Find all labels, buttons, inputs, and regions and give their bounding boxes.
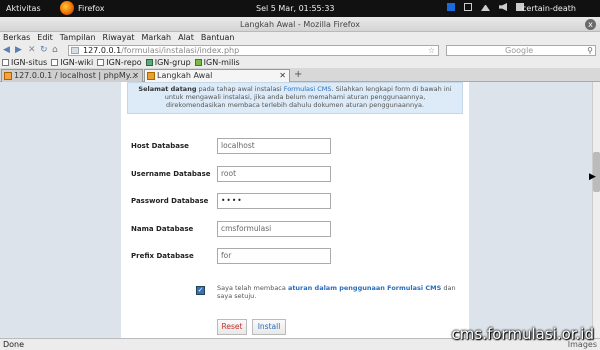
terms-link[interactable]: aturan dalam penggunaan Formulasi CMS (288, 284, 441, 292)
url-bar[interactable]: 127.0.0.1/formulasi/instalasi/index.php … (68, 45, 439, 56)
close-tab-icon[interactable]: ✕ (279, 70, 286, 82)
username-label: Username Database (131, 170, 211, 178)
vertical-scrollbar[interactable]: ▶ (589, 82, 600, 338)
bookmark-ign-wiki[interactable]: IGN-wiki (51, 57, 93, 68)
host-row: Host Database localhost (131, 138, 451, 154)
menu-bantuan[interactable]: Bantuan (201, 32, 235, 44)
clock[interactable]: Sel 5 Mar, 01:55:33 (256, 4, 335, 13)
tab-label: 127.0.0.1 / localhost | phpMy... (14, 71, 137, 80)
prefix-row: Prefix Database for (131, 248, 451, 264)
mouse-cursor-icon: ▶ (589, 172, 596, 182)
status-text: Done (3, 340, 25, 349)
prefix-input[interactable]: for (217, 248, 331, 264)
system-tray (447, 3, 524, 11)
search-engine-label: Google (505, 46, 534, 55)
bookmark-star-icon[interactable]: ☆ (428, 46, 435, 55)
menu-riwayat[interactable]: Riwayat (103, 32, 135, 44)
password-row: Password Database •••• (131, 193, 451, 209)
group-icon (145, 59, 153, 66)
host-input[interactable]: localhost (217, 138, 331, 154)
phpmyadmin-icon (4, 72, 12, 80)
page-icon (97, 59, 105, 66)
site-favicon-icon (147, 72, 155, 80)
bookmark-label: IGN-repo (106, 58, 142, 67)
bookmark-label: IGN-wiki (60, 58, 94, 67)
search-icon[interactable]: ⚲ (587, 46, 593, 55)
forward-icon[interactable]: ▶ (15, 45, 22, 55)
welcome-heading: Selamat datang (138, 85, 197, 93)
tab-langkah-awal[interactable]: Langkah Awal ✕ (144, 69, 290, 82)
close-window-icon[interactable]: x (585, 19, 596, 30)
system-top-bar: Aktivitas Firefox Sel 5 Mar, 01:55:33 ce… (0, 0, 600, 17)
menu-alat[interactable]: Alat (178, 32, 194, 44)
tab-label: Langkah Awal (157, 71, 213, 80)
install-button[interactable]: Install (252, 319, 286, 335)
back-icon[interactable]: ◀ (3, 45, 10, 55)
reload-icon[interactable]: ↻ (40, 45, 48, 55)
navigation-toolbar: ◀ ▶ ✕ ↻ ⌂ 127.0.0.1/formulasi/instalasi/… (0, 44, 600, 57)
dbname-label: Nama Database (131, 225, 194, 233)
bookmark-ign-grup[interactable]: IGN-grup (145, 57, 191, 68)
window-title: Langkah Awal - Mozilla Firefox (240, 20, 360, 29)
firefox-icon (60, 1, 74, 15)
bookmark-ign-situs[interactable]: IGN-situs (2, 57, 47, 68)
tab-bar: 127.0.0.1 / localhost | phpMy... ✕ Langk… (0, 68, 600, 82)
site-identity-icon[interactable] (71, 47, 79, 54)
install-panel: Selamat datang pada tahap awal instalasi… (121, 82, 469, 338)
bookmarks-toolbar: IGN-situs IGN-wiki IGN-repo IGN-grup IGN… (0, 57, 600, 68)
page-icon (2, 59, 9, 66)
page-icon (51, 59, 59, 66)
menu-berkas[interactable]: Berkas (3, 32, 30, 44)
agree-text-part: Saya telah membaca (217, 284, 288, 292)
welcome-text: pada tahap awal instalasi (196, 85, 284, 93)
bookmark-label: IGN-grup (154, 58, 191, 67)
password-label: Password Database (131, 197, 209, 205)
dbname-input[interactable]: cmsformulasi (217, 221, 331, 237)
activities-button[interactable]: Aktivitas (6, 4, 41, 13)
dbname-row: Nama Database cmsformulasi (131, 221, 451, 237)
formulasi-cms-link[interactable]: Formulasi CMS (284, 85, 332, 93)
network-icon[interactable] (481, 3, 490, 11)
password-input[interactable]: •••• (217, 193, 331, 209)
bookmark-label: IGN-milis (203, 58, 240, 67)
display-icon[interactable] (464, 3, 472, 11)
mail-icon (194, 59, 202, 66)
menu-markah[interactable]: Markah (142, 32, 172, 44)
url-path: /formulasi/instalasi/index.php (121, 46, 240, 55)
close-tab-icon[interactable]: ✕ (132, 70, 139, 82)
bluetooth-icon[interactable] (447, 3, 455, 11)
watermark: cms.formulasi.or.id (451, 325, 594, 343)
new-tab-icon[interactable]: + (294, 69, 302, 81)
agree-text: Saya telah membaca aturan dalam pengguna… (217, 284, 457, 300)
menu-bar: Berkas Edit Tampilan Riwayat Markah Alat… (0, 32, 600, 44)
user-menu[interactable]: certain-death (522, 4, 576, 13)
agree-checkbox[interactable]: ✓ (196, 286, 205, 295)
reset-button[interactable]: Reset (217, 319, 247, 335)
bookmark-ign-milis[interactable]: IGN-milis (194, 57, 240, 68)
host-label: Host Database (131, 142, 189, 150)
prefix-label: Prefix Database (131, 252, 194, 260)
home-icon[interactable]: ⌂ (52, 45, 58, 55)
bookmark-ign-repo[interactable]: IGN-repo (97, 57, 142, 68)
page-content: Selamat datang pada tahap awal instalasi… (0, 82, 592, 338)
menu-tampilan[interactable]: Tampilan (60, 32, 96, 44)
window-title-bar: Langkah Awal - Mozilla Firefox x (0, 17, 600, 32)
url-host: 127.0.0.1 (83, 46, 122, 55)
bookmark-label: IGN-situs (11, 58, 48, 67)
menu-edit[interactable]: Edit (37, 32, 53, 44)
volume-icon[interactable] (499, 3, 507, 11)
welcome-notice: Selamat datang pada tahap awal instalasi… (127, 82, 463, 114)
stop-icon[interactable]: ✕ (28, 45, 36, 55)
app-name[interactable]: Firefox (78, 4, 104, 13)
tab-phpmyadmin[interactable]: 127.0.0.1 / localhost | phpMy... ✕ (1, 69, 143, 82)
username-row: Username Database root (131, 166, 451, 182)
username-input[interactable]: root (217, 166, 331, 182)
search-bar[interactable]: Google ⚲ (446, 45, 596, 56)
